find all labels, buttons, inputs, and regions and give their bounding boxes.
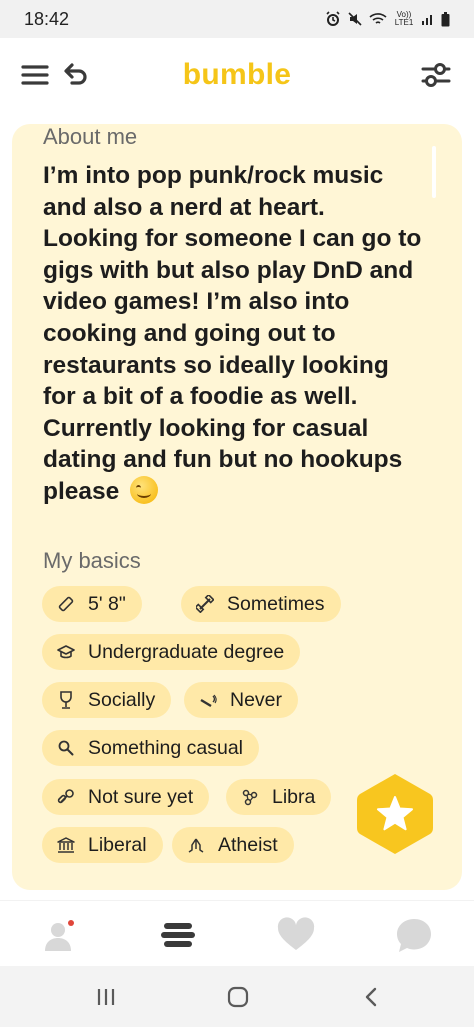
profile-icon[interactable]: [38, 913, 82, 957]
status-bar: 18:42 Vo)) LTE1: [0, 0, 474, 38]
home-icon[interactable]: [220, 982, 256, 1012]
wifi-icon: [369, 13, 387, 24]
basic-label: Atheist: [218, 833, 278, 856]
about-me-body: I’m into pop punk/rock music and also a …: [43, 162, 422, 505]
back-icon[interactable]: [354, 982, 390, 1012]
praying-hands-icon: [186, 835, 206, 855]
basic-chip-zodiac: Libra: [226, 779, 332, 815]
my-basics-heading: My basics: [43, 548, 141, 573]
battery-icon: [441, 11, 450, 26]
likes-icon[interactable]: [274, 913, 318, 957]
graduation-cap-icon: [56, 642, 76, 662]
basic-label: Liberal: [88, 833, 147, 856]
scrollbar[interactable]: [432, 146, 436, 198]
basic-chip-drinking: Socially: [42, 682, 172, 718]
about-me-text: I’m into pop punk/rock music and also a …: [43, 160, 423, 508]
basic-chip-height: 5' 8": [42, 586, 142, 622]
basic-label: Something casual: [88, 736, 244, 759]
basic-label: Sometimes: [227, 592, 325, 615]
smiling-face-emoji: [130, 475, 159, 504]
basic-chip-smoking: Never: [184, 682, 299, 718]
basic-chip-religion: Atheist: [172, 827, 294, 863]
signal-icon: [422, 15, 432, 25]
recents-icon[interactable]: [88, 982, 124, 1012]
basic-label: 5' 8": [88, 592, 126, 615]
basic-label: Socially: [88, 688, 156, 711]
superswipe-button[interactable]: [356, 772, 434, 856]
search-icon: [56, 738, 76, 758]
discover-icon[interactable]: [156, 913, 200, 957]
basic-label: Never: [230, 688, 283, 711]
status-time: 18:42: [24, 8, 70, 29]
brand-logo: bumble: [182, 58, 292, 91]
system-navigation-bar: [0, 966, 474, 1027]
network-label: Vo)) LTE1: [394, 10, 414, 27]
basic-chip-exercise: Sometimes: [181, 586, 341, 622]
bottom-nav: [0, 900, 474, 966]
basic-chip-looking-for: Something casual: [42, 730, 260, 766]
mute-icon: [348, 12, 362, 26]
app-header: bumble: [0, 38, 474, 114]
basic-chip-politics: Liberal: [42, 827, 163, 863]
basic-label: Not sure yet: [88, 785, 194, 808]
basic-chip-kids: Not sure yet: [42, 779, 210, 815]
about-me-heading: About me: [43, 124, 138, 149]
filter-icon[interactable]: [420, 60, 452, 95]
alarm-icon: [326, 11, 340, 26]
basic-label: Libra: [272, 785, 316, 808]
basic-label: Undergraduate degree: [88, 640, 285, 663]
zodiac-icon: [240, 787, 260, 807]
cigarette-icon: [198, 690, 218, 710]
ruler-icon: [56, 594, 76, 614]
basic-chip-education: Undergraduate degree: [42, 634, 301, 670]
wine-glass-icon: [56, 690, 76, 710]
status-icons: Vo)) LTE1: [325, 11, 450, 27]
government-building-icon: [56, 835, 76, 855]
pacifier-icon: [56, 787, 76, 807]
notification-dot: [68, 920, 74, 926]
dumbbell-icon: [195, 594, 215, 614]
chats-icon[interactable]: [392, 913, 436, 957]
